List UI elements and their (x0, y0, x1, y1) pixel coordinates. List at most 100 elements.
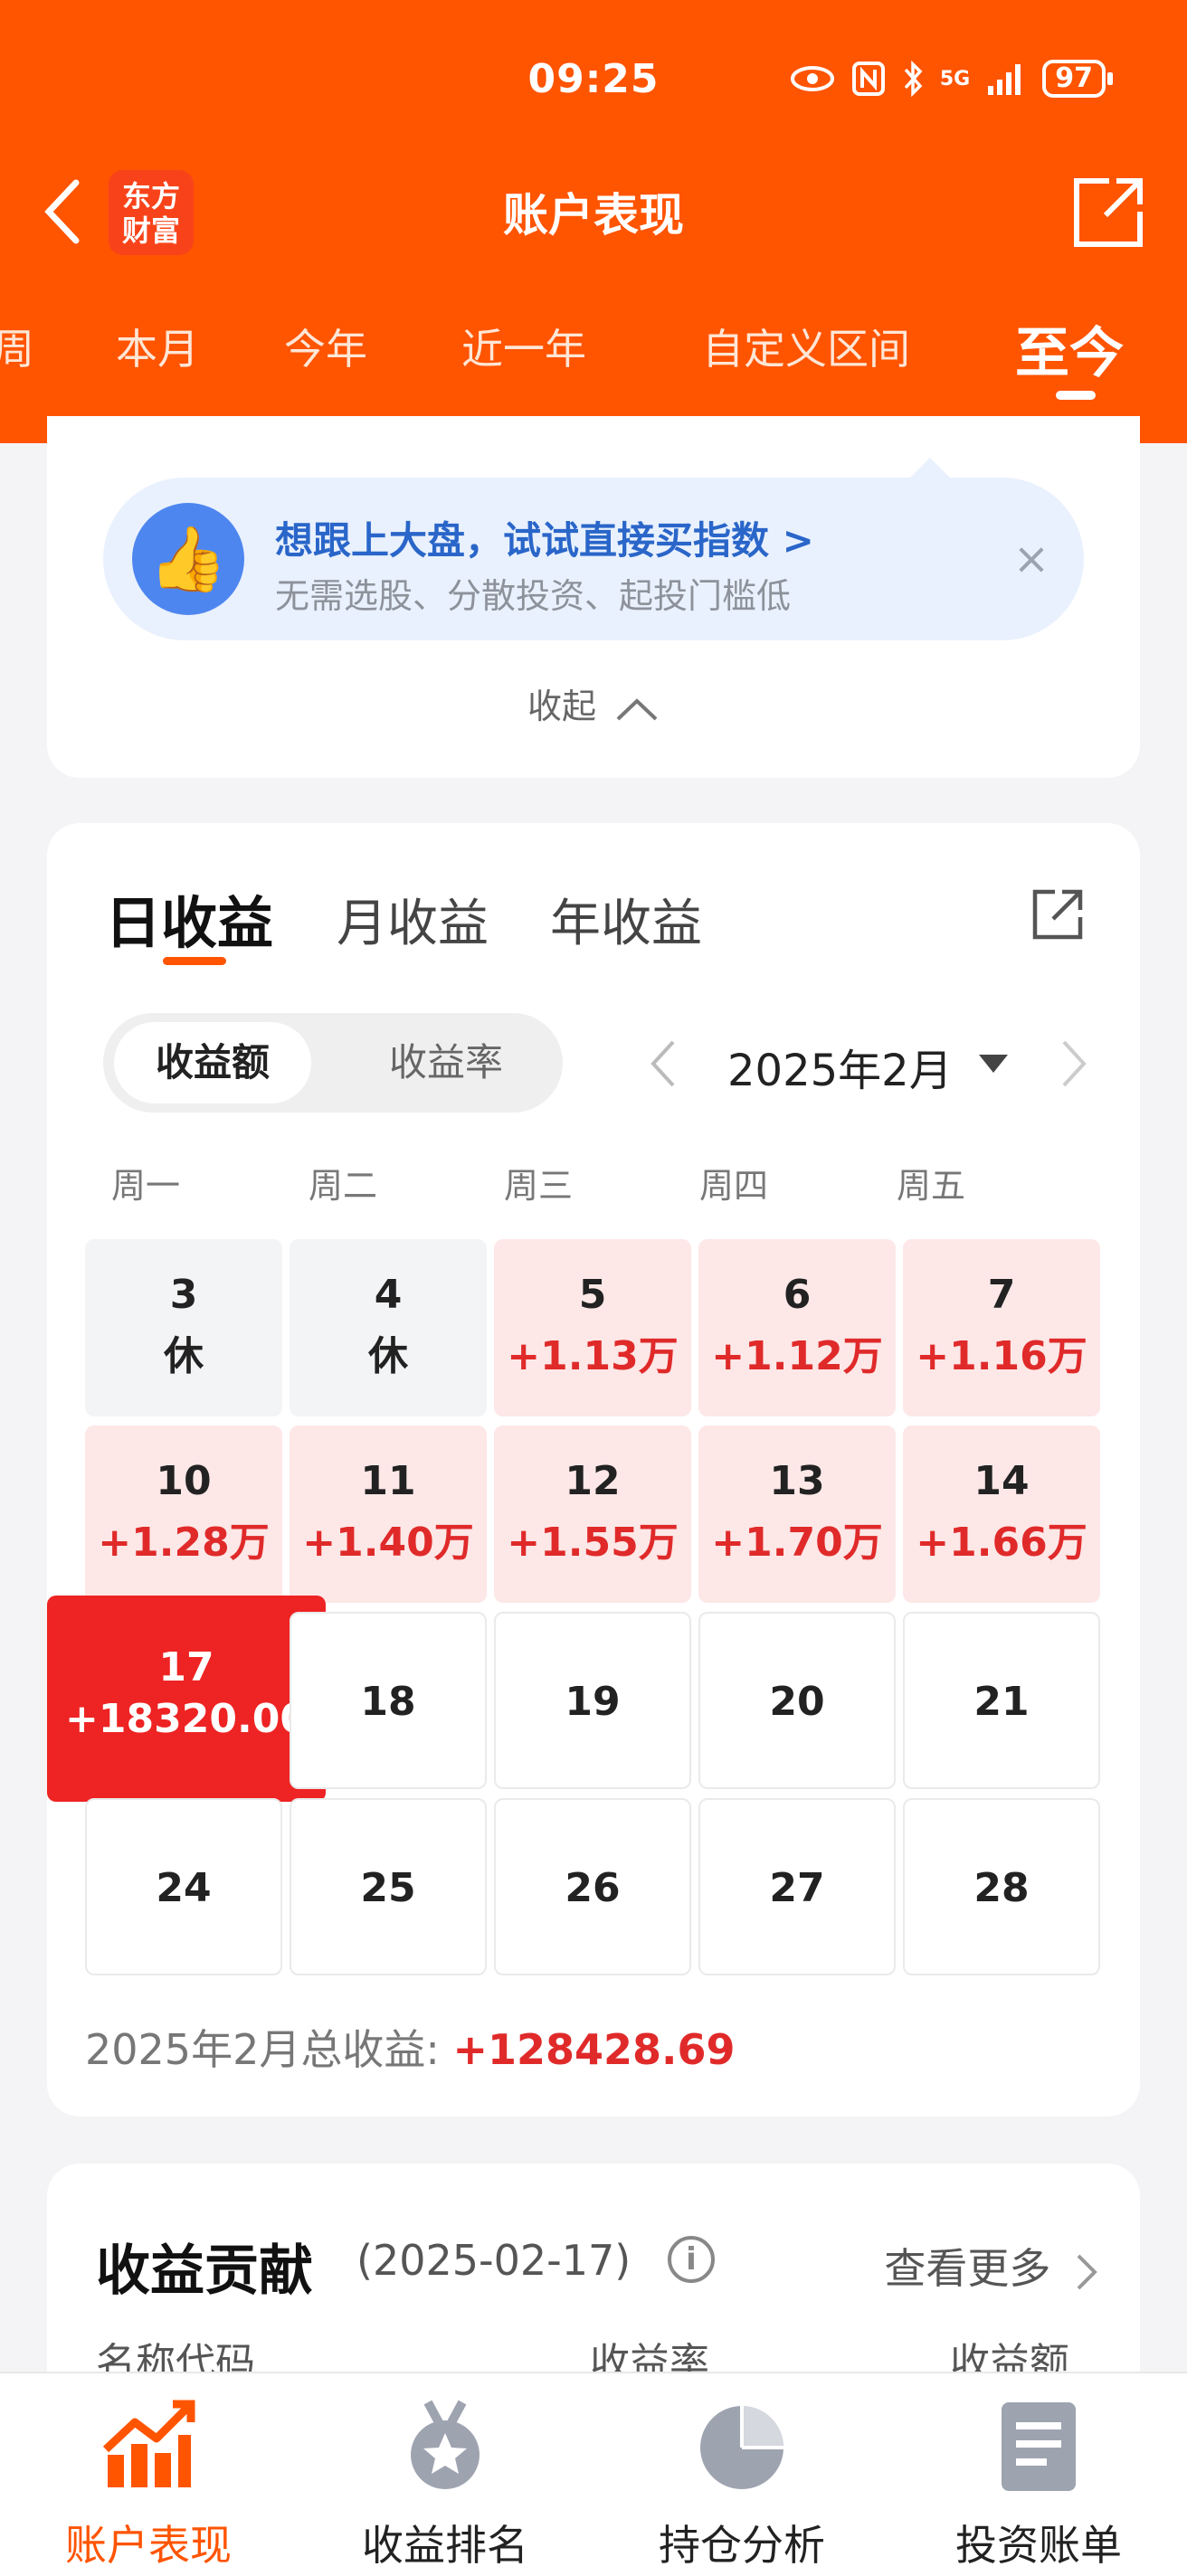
promo-card: 👍 想跟上大盘，试试直接买指数 > 无需选股、分散投资、起投门槛低 × 收起 (47, 416, 1140, 778)
calendar-day-26[interactable]: 26 (494, 1798, 691, 1975)
period-tabs: 周 本月 今年 近一年 自定义区间 至今 (0, 317, 1187, 398)
bill-document-icon (1002, 2402, 1076, 2491)
calendar-day-20[interactable]: 20 (698, 1612, 896, 1789)
day-earnings: +1.12万 (711, 1333, 883, 1379)
network-label: 5G (939, 67, 971, 90)
calendar-day-12[interactable]: 12 +1.55万 (494, 1425, 691, 1603)
medal-icon (411, 2400, 480, 2489)
calendar-day-28[interactable]: 28 (903, 1798, 1100, 1975)
nav-label: 投资账单 (955, 2521, 1122, 2570)
collapse-button[interactable]: 收起 (47, 678, 1140, 728)
nav-label: 收益排名 (362, 2521, 528, 2570)
day-earnings: 休 (368, 1333, 408, 1379)
day-number: 6 (783, 1272, 812, 1318)
info-icon[interactable]: i (668, 2236, 715, 2283)
calendar-day-18[interactable]: 18 (290, 1612, 487, 1789)
view-more-label: 查看更多 (884, 2244, 1051, 2293)
day-earnings: +1.13万 (507, 1333, 679, 1379)
day-earnings: +1.66万 (916, 1520, 1087, 1566)
tab-to-date[interactable]: 至今 (1015, 309, 1124, 388)
monthly-total: 2025年2月总收益: +128428.69 (85, 2017, 736, 2077)
promo-pointer (908, 458, 952, 479)
chevron-right-icon[interactable] (1057, 1037, 1093, 1091)
day-number: 10 (156, 1458, 212, 1504)
day-number: 3 (169, 1272, 198, 1318)
calendar-day-6[interactable]: 6 +1.12万 (698, 1239, 896, 1416)
day-number: 14 (973, 1458, 1030, 1504)
calendar-day-21[interactable]: 21 (903, 1612, 1100, 1789)
calendar-day-14[interactable]: 14 +1.66万 (903, 1425, 1100, 1603)
nav-holdings-analysis[interactable]: 持仓分析 (594, 2397, 890, 2572)
tab-monthly-earnings[interactable]: 月收益 (337, 883, 489, 956)
status-bar: 09:25 5G 97 (0, 56, 1187, 110)
day-number: 27 (769, 1865, 825, 1911)
tab-this-year[interactable]: 今年 (284, 317, 367, 376)
nav-label: 持仓分析 (659, 2521, 825, 2570)
calendar-day-5[interactable]: 5 +1.13万 (494, 1239, 691, 1416)
day-number: 13 (769, 1458, 825, 1504)
index-promo-banner[interactable]: 👍 想跟上大盘，试试直接买指数 > 无需选股、分散投资、起投门槛低 × (103, 458, 1084, 640)
tab-week[interactable]: 周 (0, 317, 34, 376)
day-earnings: +1.55万 (507, 1520, 679, 1566)
calendar-day-17[interactable]: 17 +18320.00 (47, 1596, 326, 1802)
eye-icon (790, 66, 834, 91)
share-icon[interactable] (1030, 886, 1086, 942)
collapse-label: 收起 (527, 687, 596, 726)
weekday-thu: 周四 (698, 1166, 768, 1206)
tab-last-year[interactable]: 近一年 (461, 317, 586, 376)
day-earnings: +1.28万 (98, 1520, 270, 1566)
nav-investment-bill[interactable]: 投资账单 (890, 2397, 1187, 2572)
day-number: 4 (374, 1272, 403, 1318)
weekday-mon: 周一 (110, 1166, 180, 1206)
earnings-calendar-card: 日收益 月收益 年收益 收益额 收益率 2025年2月 周一 周二 周三 周四 … (47, 823, 1140, 2117)
chevron-left-icon[interactable] (644, 1037, 680, 1091)
page-title: 账户表现 (503, 189, 684, 242)
monthly-total-label: 2025年2月总收益: (85, 2025, 453, 2074)
tab-this-month[interactable]: 本月 (116, 317, 199, 376)
calendar-day-13[interactable]: 13 +1.70万 (698, 1425, 896, 1603)
calendar-day-19[interactable]: 19 (494, 1612, 691, 1789)
share-icon[interactable] (1069, 174, 1147, 251)
nfc-icon (851, 62, 885, 96)
active-tab-indicator (1056, 391, 1096, 400)
day-number: 5 (578, 1272, 607, 1318)
calendar-day-7[interactable]: 7 +1.16万 (903, 1239, 1100, 1416)
month-selector[interactable]: 2025年2月 (727, 1035, 953, 1098)
calendar-day-25[interactable]: 25 (290, 1798, 487, 1975)
calendar-day-3[interactable]: 3休 (85, 1239, 282, 1416)
day-number: 7 (987, 1272, 1016, 1318)
close-icon[interactable]: × (1004, 532, 1059, 586)
caret-down-icon[interactable] (979, 1055, 1008, 1073)
segment-rate[interactable]: 收益率 (347, 1022, 545, 1103)
calendar-day-27[interactable]: 27 (698, 1798, 896, 1975)
battery-indicator: 97 (1042, 60, 1113, 98)
day-earnings: 休 (164, 1333, 204, 1379)
promo-subtitle: 无需选股、分散投资、起投门槛低 (275, 576, 792, 616)
tab-custom-range[interactable]: 自定义区间 (702, 317, 910, 376)
tab-yearly-earnings[interactable]: 年收益 (550, 883, 702, 956)
weekday-wed: 周三 (503, 1166, 573, 1206)
chevron-up-icon (616, 697, 658, 720)
monthly-total-value: +128428.69 (452, 2025, 736, 2074)
view-more-link[interactable]: 查看更多 (884, 2236, 1100, 2296)
calendar-day-24[interactable]: 24 (85, 1798, 282, 1975)
tab-daily-earnings[interactable]: 日收益 (105, 877, 273, 959)
app-header: 09:25 5G 97 东方 财富 账户表现 周 本月 今年 近一年 自定义区间… (0, 0, 1187, 443)
promo-title[interactable]: 想跟上大盘，试试直接买指数 > (275, 510, 814, 565)
day-number: 12 (565, 1458, 621, 1504)
status-icons: 5G 97 (790, 60, 1113, 98)
trend-chart-icon (102, 2400, 195, 2487)
calendar-day-10[interactable]: 10 +1.28万 (85, 1425, 282, 1603)
nav-account-performance[interactable]: 账户表现 (0, 2397, 297, 2572)
signal-icon (988, 64, 1021, 95)
nav-earnings-ranking[interactable]: 收益排名 (297, 2397, 594, 2572)
contribution-date: (2025-02-17) (356, 2236, 631, 2285)
chevron-right-icon (1077, 2254, 1097, 2289)
calendar-day-4[interactable]: 4休 (290, 1239, 487, 1416)
day-earnings: +1.70万 (711, 1520, 883, 1566)
day-earnings: +1.16万 (916, 1333, 1087, 1379)
day-number: 25 (360, 1865, 416, 1911)
segment-amount[interactable]: 收益额 (114, 1022, 311, 1103)
calendar-day-11[interactable]: 11 +1.40万 (290, 1425, 487, 1603)
pie-chart-icon (700, 2406, 783, 2489)
